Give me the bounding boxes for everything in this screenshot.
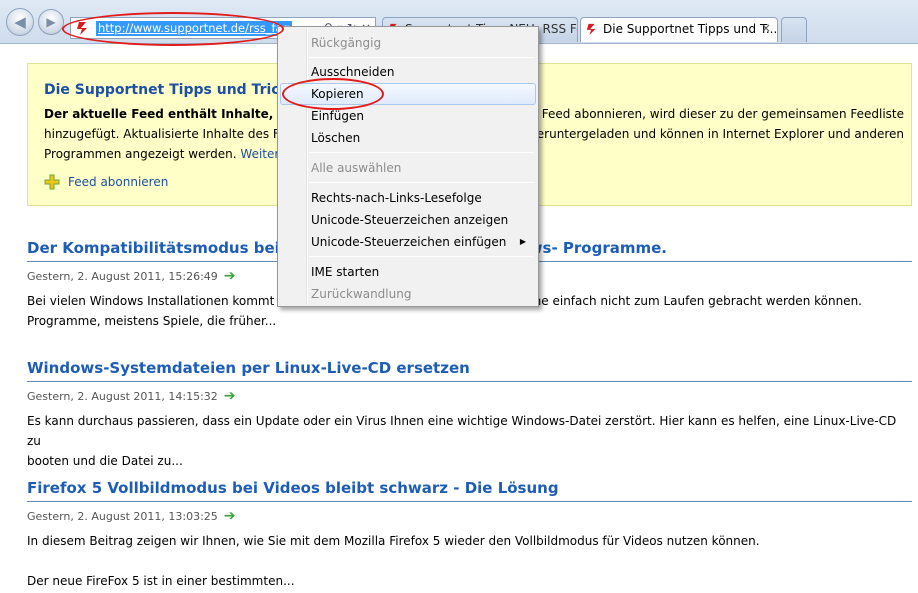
close-tab-icon[interactable]: × [761, 21, 771, 35]
go-arrow-icon[interactable]: ➔ [224, 508, 236, 524]
article-date-text: Gestern, 2. August 2011, 13:03:25 [27, 509, 218, 523]
menu-item-delete[interactable]: Löschen [280, 127, 536, 149]
article-date: Gestern, 2. August 2011, 14:15:32 ➔ [27, 388, 912, 404]
menu-item-ime[interactable]: IME starten [280, 261, 536, 283]
article-body-part2: mme einfach nicht zum Laufen gebracht we… [517, 294, 862, 308]
article-body-part1: Bei vielen Windows Installationen kommt [27, 294, 275, 308]
article-title-start: Der Kompatibilitätsmodus bei W [27, 239, 302, 257]
supportnet-logo-icon [586, 23, 596, 35]
menu-separator [309, 152, 534, 153]
feed-desc-line2: hinzugefügt. Aktualisierte Inhalte des F… [44, 127, 287, 141]
tab-label: Die Supportnet Tipps und T... [603, 22, 778, 36]
menu-item-copy[interactable]: Kopieren [280, 83, 536, 105]
forward-button[interactable]: ▶ [38, 9, 64, 35]
go-arrow-icon[interactable]: ➔ [224, 388, 236, 404]
article-title[interactable]: Windows-Systemdateien per Linux-Live-CD … [27, 359, 912, 382]
tab-supportnet-tipps[interactable]: Die Supportnet Tipps und T... × [580, 17, 778, 42]
menu-item-reconversion[interactable]: Zurückwandlung [280, 283, 536, 305]
menu-item-show-unicode[interactable]: Unicode-Steuerzeichen anzeigen [280, 209, 536, 231]
back-button[interactable]: ◀ [6, 8, 34, 36]
article-title[interactable]: Firefox 5 Vollbildmodus bei Videos bleib… [27, 479, 912, 502]
new-tab-button[interactable] [781, 17, 807, 42]
menu-item-paste[interactable]: Einfügen [280, 105, 536, 127]
address-url-text[interactable]: http://www.supportnet.de/rss_fag [96, 21, 292, 36]
submenu-arrow-icon: ▶ [519, 237, 526, 246]
article-body-line2: booten und die Datei zu... [27, 454, 183, 468]
article-summary: In diesem Beitrag zeigen wir Ihnen, wie … [27, 531, 912, 551]
menu-item-select-all[interactable]: Alle auswählen [280, 157, 536, 179]
menu-item-cut[interactable]: Ausschneiden [280, 61, 536, 83]
article-title-end: ows- Programme. [518, 239, 667, 257]
feed-desc-line3: Programmen angezeigt werden. [44, 147, 237, 161]
article-date-text: Gestern, 2. August 2011, 14:15:32 [27, 389, 218, 403]
feed-desc-line1-rest: Feed abonnieren, wird dieser zu der geme… [541, 107, 904, 121]
article-date-text: Gestern, 2. August 2011, 15:26:49 [27, 269, 218, 283]
menu-separator [309, 256, 534, 257]
context-menu: Rückgängig Ausschneiden Kopieren Einfüge… [277, 26, 539, 307]
article-body-line1: In diesem Beitrag zeigen wir Ihnen, wie … [27, 534, 760, 548]
subscribe-feed-link[interactable]: Feed abonnieren [44, 174, 168, 190]
article-date: Gestern, 2. August 2011, 13:03:25 ➔ [27, 508, 912, 524]
menu-separator [309, 182, 534, 183]
menu-item-undo[interactable]: Rückgängig [280, 32, 536, 54]
article-item: Firefox 5 Vollbildmodus bei Videos bleib… [27, 479, 912, 591]
feed-desc-line2-rest: eruntergeladen und können in Internet Ex… [536, 127, 904, 141]
supportnet-logo-icon [77, 22, 87, 35]
menu-item-rtl-reading[interactable]: Rechts-nach-Links-Lesefolge [280, 187, 536, 209]
add-feed-icon [44, 174, 60, 190]
subscribe-label: Feed abonnieren [68, 175, 169, 189]
forward-arrow-icon: ▶ [46, 15, 56, 29]
article-item: Windows-Systemdateien per Linux-Live-CD … [27, 359, 912, 471]
article-body-line2: Der neue FireFox 5 ist in einer bestimmt… [27, 574, 295, 588]
back-arrow-icon: ◀ [14, 13, 26, 31]
article-body-line1: Es kann durchaus passieren, dass ein Upd… [27, 414, 897, 448]
menu-item-insert-unicode[interactable]: Unicode-Steuerzeichen einfügen ▶ [280, 231, 536, 253]
feed-desc-bold: Der aktuelle Feed enthält Inhalte, die [44, 107, 299, 121]
article-summary: Es kann durchaus passieren, dass ein Upd… [27, 411, 912, 471]
menu-separator [309, 57, 534, 58]
article-body-line2: Programme, meistens Spiele, die früher..… [27, 314, 277, 328]
go-arrow-icon[interactable]: ➔ [224, 268, 236, 284]
menu-item-label: Unicode-Steuerzeichen einfügen [311, 235, 507, 249]
